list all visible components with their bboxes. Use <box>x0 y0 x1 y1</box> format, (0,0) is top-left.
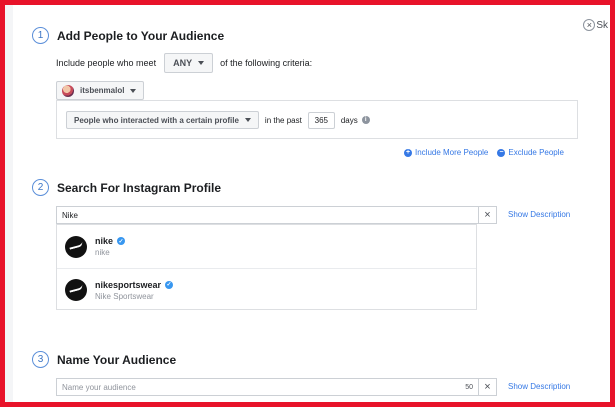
account-select[interactable]: itsbenmalol <box>56 81 145 100</box>
step-2-number: 2 <box>32 179 49 196</box>
info-icon[interactable]: i <box>361 116 370 124</box>
days-input[interactable]: 365 <box>307 111 335 129</box>
include-criteria-row: Include people who meet ANY of the follo… <box>56 53 312 73</box>
chevron-down-icon <box>198 61 205 65</box>
result-name: nike ✓ <box>95 236 126 246</box>
include-more-people-button[interactable]: + Include More People <box>404 148 488 157</box>
result-item-nikesportswear[interactable]: nikesportswear ✓ Nike Sportswear <box>57 268 476 311</box>
result-item-nike[interactable]: nike ✓ nike <box>57 225 476 268</box>
result-name-text: nikesportswear <box>95 279 162 290</box>
days-label: days <box>340 115 358 125</box>
step-1-number: 1 <box>32 27 49 44</box>
step-3-header: 3 Name Your Audience <box>32 351 176 368</box>
step-1-title: Add People to Your Audience <box>57 28 225 43</box>
audience-actions: + Include More People − Exclude People <box>404 148 564 157</box>
result-subtitle: Nike Sportswear <box>95 291 154 301</box>
nike-logo-icon <box>65 279 87 301</box>
close-area[interactable]: × Sk <box>583 19 608 31</box>
profile-search-input[interactable] <box>57 207 478 223</box>
background-strip <box>5 5 13 402</box>
result-text: nikesportswear ✓ Nike Sportswear <box>95 279 174 301</box>
step-3-title: Name Your Audience <box>57 352 177 367</box>
criteria-row: People who interacted with a certain pro… <box>66 111 370 129</box>
step-1-header: 1 Add People to Your Audience <box>32 27 224 44</box>
criteria-box: People who interacted with a certain pro… <box>56 100 578 139</box>
show-description-link[interactable]: Show Description <box>508 382 570 391</box>
character-count: 50 <box>465 383 473 391</box>
account-name: itsbenmalol <box>80 86 125 95</box>
minus-circle-icon: − <box>497 148 506 157</box>
step-2-header: 2 Search For Instagram Profile <box>32 179 221 196</box>
nike-logo-icon <box>65 235 87 258</box>
match-value: ANY <box>173 58 193 68</box>
result-name-text: nike <box>95 236 114 246</box>
audience-name-input[interactable] <box>57 379 466 395</box>
result-name: nikesportswear ✓ <box>95 279 174 290</box>
close-label: Sk <box>596 19 608 31</box>
verified-badge-icon: ✓ <box>117 237 126 245</box>
chevron-down-icon <box>244 118 251 122</box>
result-text: nike ✓ nike <box>95 236 126 257</box>
step-3-number: 3 <box>32 351 49 368</box>
include-more-label: Include More People <box>415 148 489 157</box>
avatar <box>62 84 74 97</box>
in-past-label: in the past <box>264 115 302 125</box>
close-icon[interactable]: × <box>583 19 596 31</box>
include-prefix: Include people who meet <box>56 58 157 68</box>
clear-name-icon[interactable]: × <box>478 379 496 395</box>
show-description-link[interactable]: Show Description <box>508 210 570 219</box>
search-results: nike ✓ nike nikesportswear ✓ Nike Sports… <box>56 224 477 310</box>
profile-search-box: × <box>56 206 497 224</box>
criteria-type-value: People who interacted with a certain pro… <box>74 115 239 125</box>
plus-circle-icon: + <box>404 148 412 157</box>
chevron-down-icon <box>130 88 137 93</box>
criteria-type-select[interactable]: People who interacted with a certain pro… <box>66 111 259 129</box>
match-select[interactable]: ANY <box>164 53 214 73</box>
step-2-title: Search For Instagram Profile <box>57 180 222 195</box>
include-suffix: of the following criteria: <box>220 58 313 68</box>
exclude-people-button[interactable]: − Exclude People <box>497 148 564 157</box>
result-subtitle: nike <box>95 248 110 257</box>
exclude-label: Exclude People <box>508 148 564 157</box>
audience-name-box: 50 × <box>56 378 497 396</box>
custom-audience-dialog: × Sk 1 Add People to Your Audience Inclu… <box>13 5 610 402</box>
clear-search-icon[interactable]: × <box>478 207 496 223</box>
verified-badge-icon: ✓ <box>165 280 174 289</box>
